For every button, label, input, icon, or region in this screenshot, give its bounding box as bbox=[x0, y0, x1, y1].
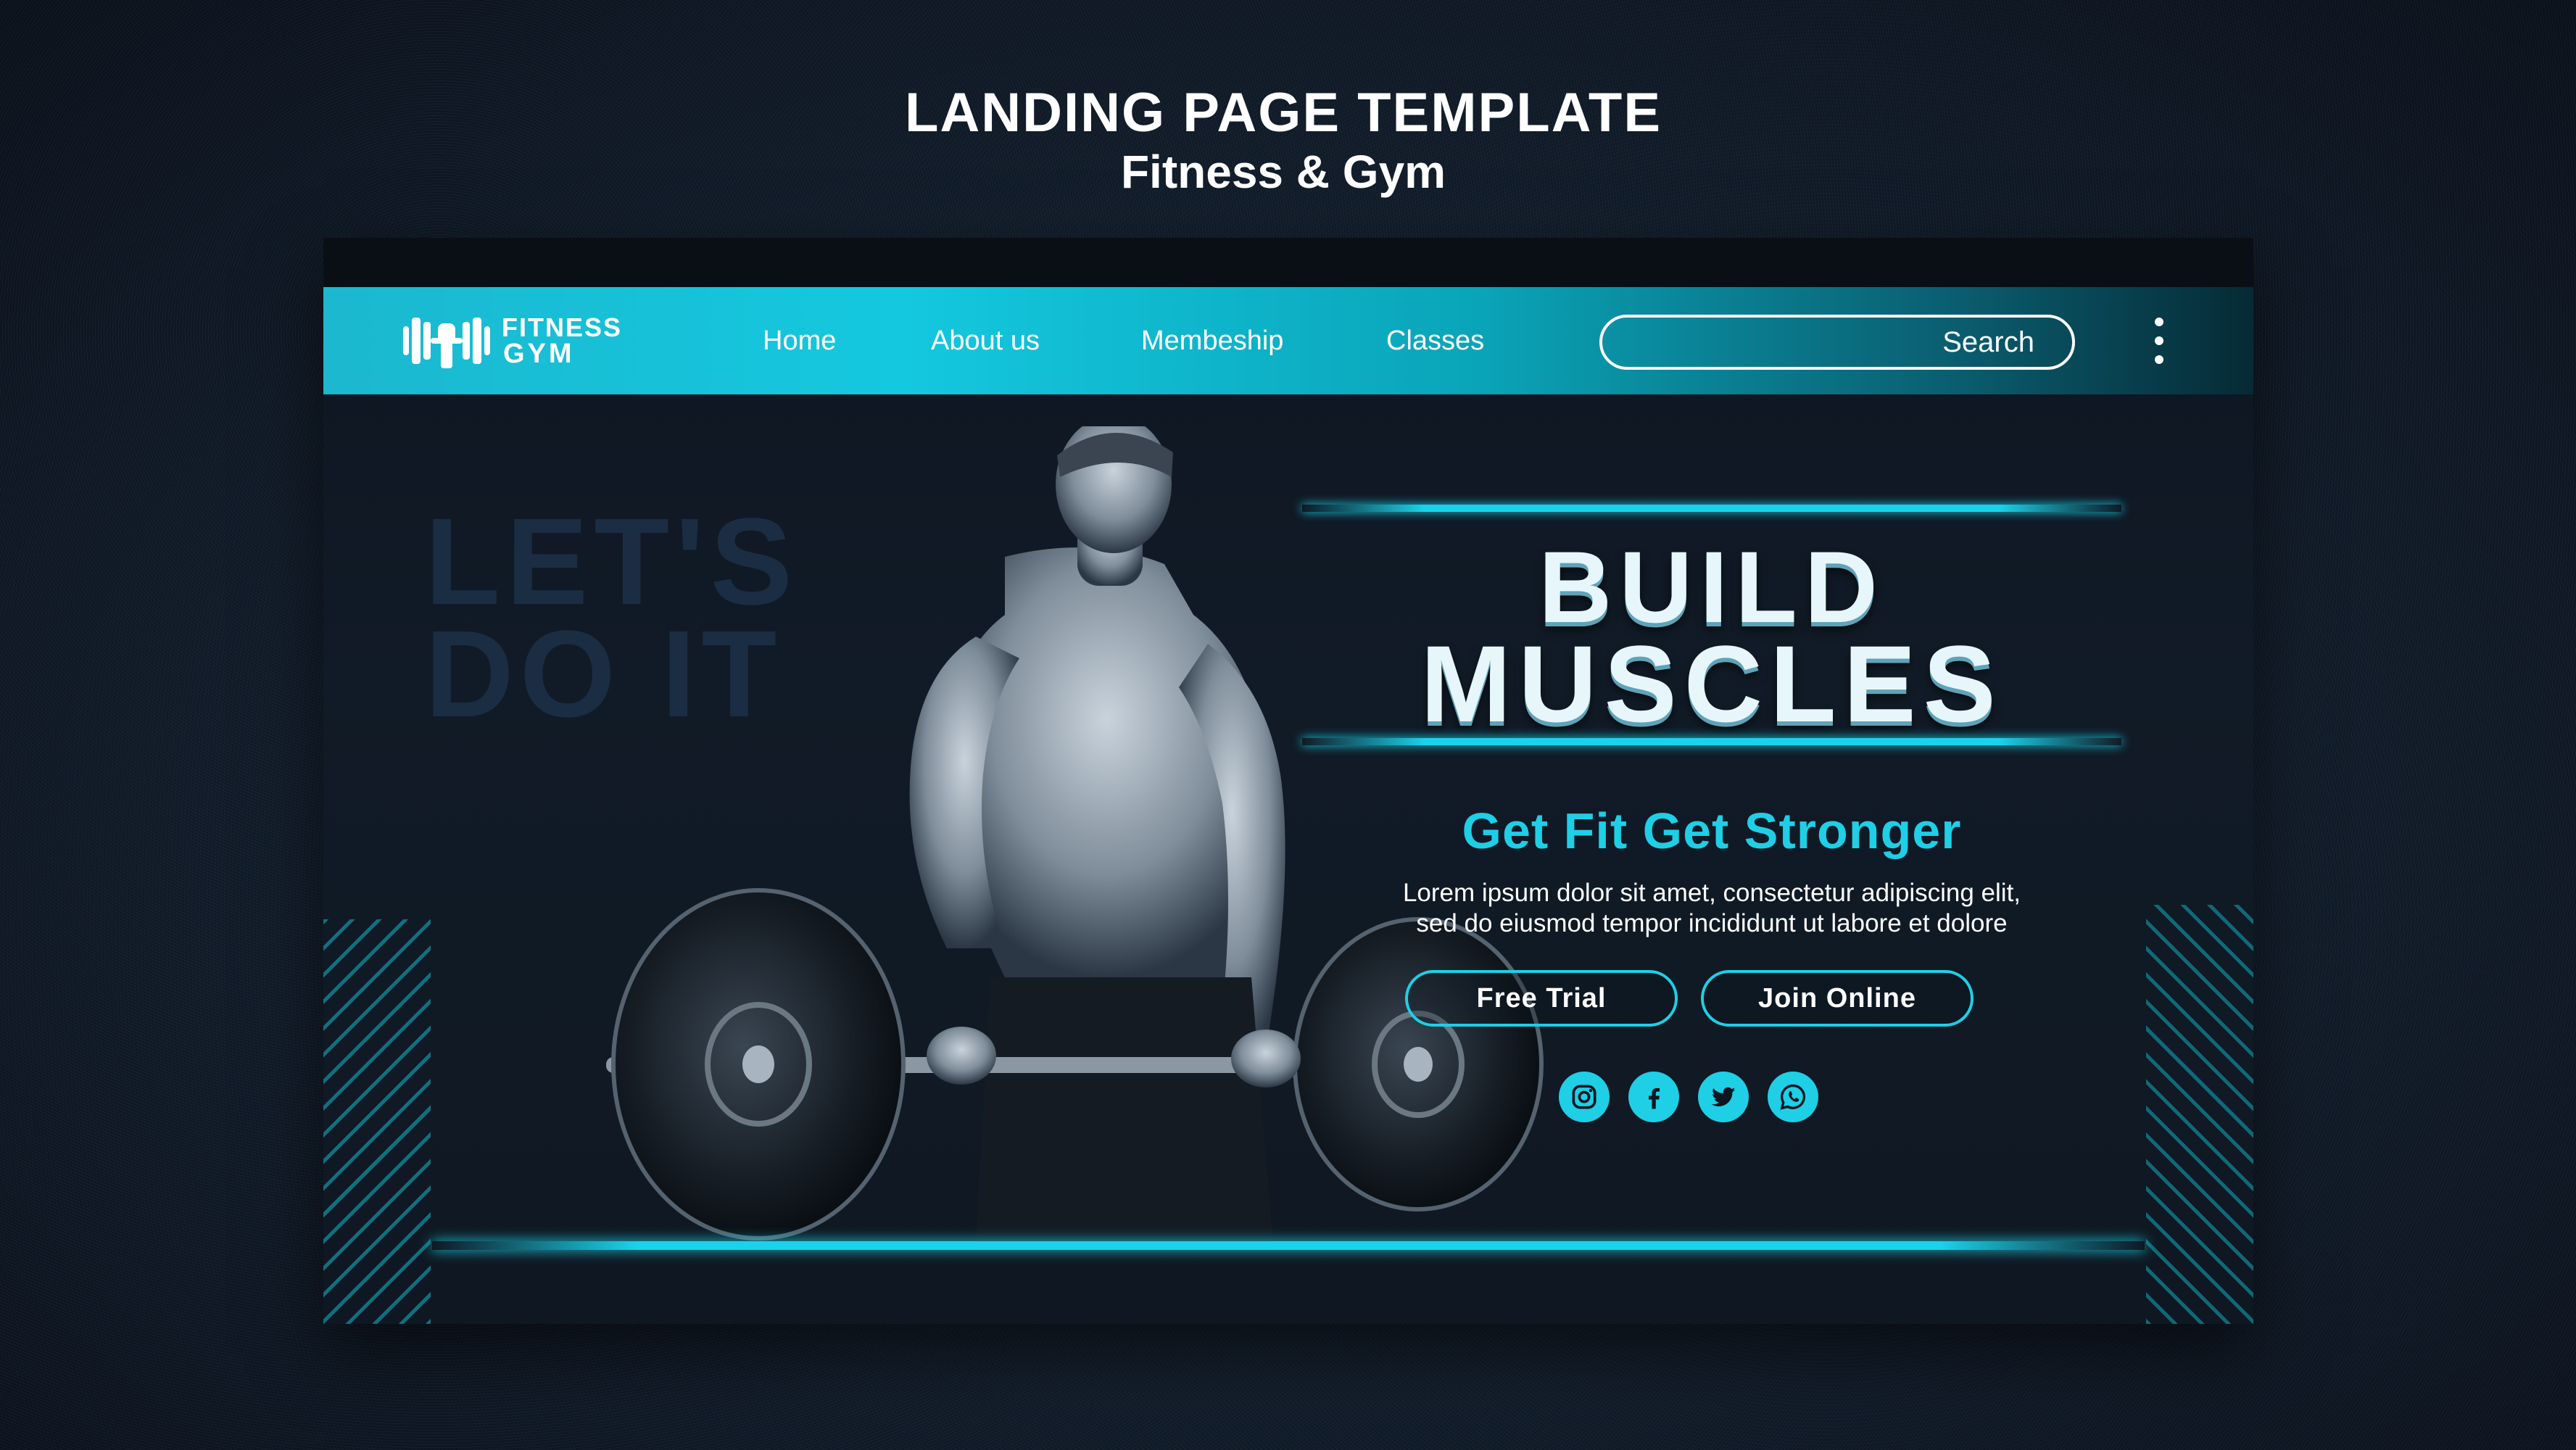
navbar: FITNESS GYM Home About us Membeship Clas… bbox=[323, 287, 2253, 394]
decorative-stripes-left bbox=[323, 919, 431, 1324]
instagram-icon[interactable] bbox=[1559, 1072, 1610, 1122]
kebab-menu-icon[interactable] bbox=[2152, 318, 2166, 364]
nav-membership[interactable]: Membeship bbox=[1141, 287, 1283, 394]
landing-page-mockup: FITNESS GYM Home About us Membeship Clas… bbox=[323, 238, 2253, 1324]
decorative-stripes-right bbox=[2146, 905, 2253, 1324]
nav-classes[interactable]: Classes bbox=[1386, 287, 1484, 394]
headline-line-bottom bbox=[1302, 738, 2121, 745]
logo-line1: FITNESS bbox=[502, 312, 623, 342]
whatsapp-icon[interactable] bbox=[1768, 1072, 1818, 1122]
tagline: Get Fit Get Stronger bbox=[1462, 803, 1962, 859]
nav-about-us[interactable]: About us bbox=[931, 287, 1040, 394]
top-band bbox=[323, 238, 2253, 287]
headline-muscles: MUSCLES bbox=[1420, 623, 2003, 745]
search-label: Search bbox=[1942, 326, 2034, 358]
body-text-line1: Lorem ipsum dolor sit amet, consectetur … bbox=[1402, 879, 2021, 907]
free-trial-button[interactable]: Free Trial bbox=[1405, 970, 1678, 1027]
twitter-icon[interactable] bbox=[1698, 1072, 1749, 1122]
bottom-glow-line bbox=[432, 1241, 2145, 1250]
facebook-icon[interactable] bbox=[1628, 1072, 1679, 1122]
headline-line-top bbox=[1302, 505, 2121, 512]
page-subtitle: Fitness & Gym bbox=[1120, 146, 1446, 198]
dumbbell-fist-icon bbox=[403, 313, 490, 368]
page-title: LANDING PAGE TEMPLATE bbox=[904, 82, 1662, 144]
logo[interactable]: FITNESS GYM bbox=[403, 313, 622, 368]
logo-line2: GYM bbox=[503, 339, 575, 369]
search-input[interactable]: Search bbox=[1599, 315, 2075, 370]
nav-home[interactable]: Home bbox=[763, 287, 836, 394]
body-text-line2: sed do eiusmod tempor incididunt ut labo… bbox=[1416, 909, 2008, 937]
join-online-button[interactable]: Join Online bbox=[1701, 970, 1974, 1027]
